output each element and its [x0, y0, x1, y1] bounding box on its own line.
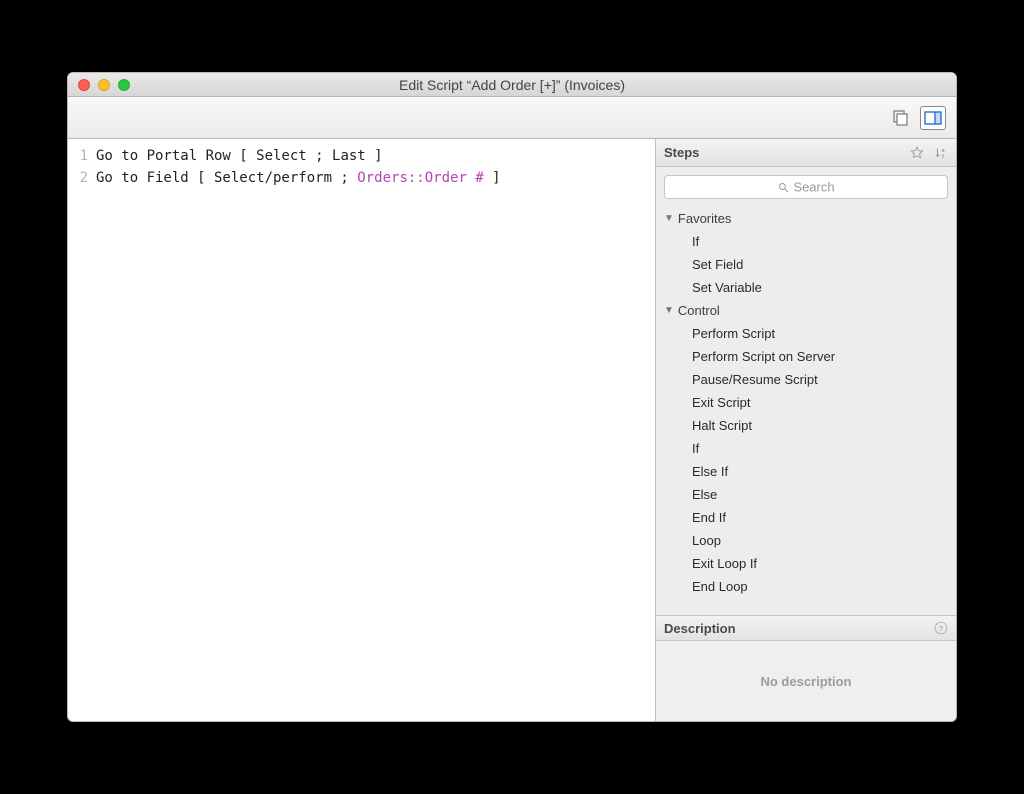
- description-body: No description: [656, 641, 956, 721]
- disclosure-triangle-icon: ▼: [664, 213, 674, 224]
- script-code[interactable]: Go to Field [ Select/perform ; Orders::O…: [96, 167, 501, 189]
- step-item[interactable]: Set Field: [662, 253, 950, 276]
- steps-sidebar: Steps a z: [656, 139, 956, 721]
- copy-icon[interactable]: [888, 106, 914, 130]
- step-item[interactable]: Pause/Resume Script: [662, 368, 950, 391]
- svg-text:a: a: [942, 147, 945, 153]
- line-number: 2: [68, 167, 96, 189]
- traffic-lights: [68, 79, 130, 91]
- step-item[interactable]: If: [662, 230, 950, 253]
- steps-list[interactable]: ▼FavoritesIfSet FieldSet Variable▼Contro…: [656, 207, 956, 615]
- svg-text:z: z: [942, 153, 945, 159]
- step-item[interactable]: Else: [662, 483, 950, 506]
- step-item[interactable]: Set Variable: [662, 276, 950, 299]
- zoom-icon[interactable]: [118, 79, 130, 91]
- line-number: 1: [68, 145, 96, 167]
- steps-header-label: Steps: [664, 145, 699, 160]
- step-item[interactable]: Exit Loop If: [662, 552, 950, 575]
- category-label: Favorites: [678, 211, 731, 226]
- step-item[interactable]: Loop: [662, 529, 950, 552]
- script-editor[interactable]: 1 Go to Portal Row [ Select ; Last ] 2 G…: [68, 139, 656, 721]
- steps-header: Steps a z: [656, 139, 956, 167]
- titlebar[interactable]: Edit Script “Add Order [+]” (Invoices): [68, 73, 956, 97]
- disclosure-triangle-icon: ▼: [664, 305, 674, 316]
- sort-az-icon[interactable]: a z: [934, 146, 948, 160]
- steps-category[interactable]: ▼ Favorites: [662, 207, 950, 230]
- description-header-label: Description: [664, 621, 736, 636]
- step-item[interactable]: End Loop: [662, 575, 950, 598]
- help-icon[interactable]: ?: [934, 621, 948, 635]
- steps-category[interactable]: ▼ Control: [662, 299, 950, 322]
- script-line[interactable]: 2 Go to Field [ Select/perform ; Orders:…: [68, 167, 655, 189]
- svg-text:?: ?: [939, 624, 944, 633]
- minimize-icon[interactable]: [98, 79, 110, 91]
- search-box: Search: [664, 175, 948, 199]
- step-item[interactable]: If: [662, 437, 950, 460]
- script-line[interactable]: 1 Go to Portal Row [ Select ; Last ]: [68, 145, 655, 167]
- script-editor-window: Edit Script “Add Order [+]” (Invoices) 1…: [67, 72, 957, 722]
- panel-toggle-icon[interactable]: [920, 106, 946, 130]
- category-label: Control: [678, 303, 720, 318]
- script-code[interactable]: Go to Portal Row [ Select ; Last ]: [96, 145, 383, 167]
- step-item[interactable]: Else If: [662, 460, 950, 483]
- close-icon[interactable]: [78, 79, 90, 91]
- search-input[interactable]: [664, 175, 948, 199]
- description-header: Description ?: [656, 615, 956, 641]
- toolbar: [68, 97, 956, 139]
- step-item[interactable]: Halt Script: [662, 414, 950, 437]
- step-item[interactable]: Perform Script on Server: [662, 345, 950, 368]
- step-item[interactable]: Exit Script: [662, 391, 950, 414]
- window-title: Edit Script “Add Order [+]” (Invoices): [68, 77, 956, 93]
- step-item[interactable]: End If: [662, 506, 950, 529]
- step-item[interactable]: Perform Script: [662, 322, 950, 345]
- favorite-star-icon[interactable]: [910, 146, 924, 160]
- no-description-label: No description: [760, 674, 851, 689]
